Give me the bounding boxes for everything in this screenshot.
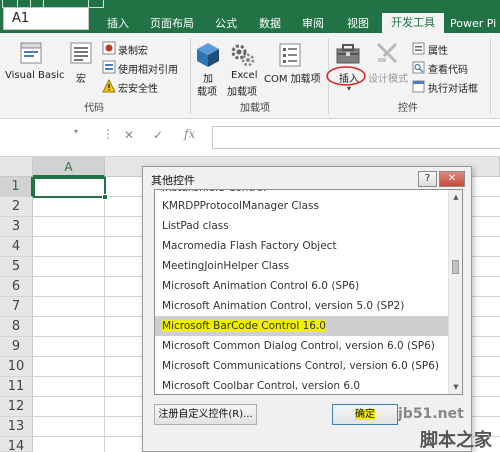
row-header[interactable]: 8 [0, 317, 33, 337]
tab-insert[interactable]: 插入 [96, 14, 140, 33]
tab-power-pivot[interactable]: Power Pi [450, 14, 500, 33]
design-mode-button[interactable]: 设计模式 [368, 70, 408, 85]
ok-button-label: 确定 [355, 409, 375, 420]
enter-icon[interactable]: ✓ [153, 128, 163, 142]
relative-refs-button[interactable]: 使用相对引用 [118, 61, 178, 76]
excel-addins-button[interactable]: Excel [231, 70, 258, 81]
addins-icon[interactable] [196, 42, 220, 68]
row-header[interactable]: 3 [0, 217, 33, 237]
name-box[interactable]: A1 [3, 7, 89, 30]
quick-access-icon[interactable] [88, 0, 104, 8]
run-dialog-icon [412, 80, 425, 93]
formula-bar-grip-icon: ⋮ [102, 127, 114, 141]
list-item[interactable]: Microsoft Animation Control, version 5.0… [162, 296, 404, 316]
vertical-scrollbar[interactable]: ▲ ▼ [448, 190, 462, 394]
name-box-dropdown-icon[interactable]: ▾ [74, 127, 78, 136]
com-addins-icon[interactable] [277, 42, 303, 68]
record-macro-button[interactable]: 录制宏 [118, 42, 148, 57]
tab-data[interactable]: 数据 [250, 14, 290, 33]
formula-input[interactable] [212, 126, 500, 149]
row-header[interactable]: 9 [0, 337, 33, 357]
row-header[interactable]: 12 [0, 397, 33, 417]
dropdown-arrow-icon[interactable]: ▾ [347, 84, 351, 93]
dialog-title: 其他控件 [151, 174, 195, 187]
scroll-up-arrow-icon[interactable]: ▲ [449, 190, 462, 204]
group-label-code: 代码 [84, 103, 104, 114]
tab-review[interactable]: 审阅 [293, 14, 333, 33]
cancel-icon[interactable]: ✕ [124, 128, 134, 142]
list-item[interactable]: Microsoft Communications Control, versio… [162, 356, 439, 376]
macros-button[interactable]: 宏 [76, 70, 86, 85]
view-code-icon [412, 61, 425, 74]
watermark-site: jb51.net [398, 406, 464, 422]
record-macro-icon [102, 41, 116, 55]
row-header[interactable]: 1 [0, 177, 33, 197]
row-header[interactable]: 7 [0, 297, 33, 317]
warning-icon [102, 79, 116, 93]
macros-icon[interactable] [68, 40, 94, 66]
tab-formulas[interactable]: 公式 [206, 14, 246, 33]
close-button[interactable]: ✕ [439, 171, 465, 187]
view-code-button[interactable]: 查看代码 [428, 61, 468, 76]
visual-basic-icon[interactable] [18, 40, 44, 66]
row-header[interactable]: 14 [0, 437, 33, 452]
controls-listbox[interactable]: Installshield Control KMRDPProtocolManag… [154, 189, 463, 395]
active-cell-a1[interactable] [33, 177, 106, 198]
fill-handle[interactable] [102, 194, 108, 200]
list-item[interactable]: MeetingJoinHelper Class [162, 256, 289, 276]
tab-view[interactable]: 视图 [336, 14, 380, 33]
run-dialog-button[interactable]: 执行对话框 [428, 80, 478, 95]
register-custom-button[interactable]: 注册自定义控件(R)... [154, 404, 257, 425]
row-header[interactable]: 10 [0, 357, 33, 377]
macro-security-button[interactable]: 宏安全性 [118, 80, 158, 95]
watermark-brand: 脚本之家 [420, 430, 492, 451]
insert-function-icon[interactable]: fx [184, 127, 195, 141]
design-mode-icon [376, 42, 398, 64]
row-header[interactable]: 4 [0, 237, 33, 257]
scroll-down-arrow-icon[interactable]: ▼ [449, 380, 462, 394]
list-item[interactable]: Macromedia Flash Factory Object [162, 236, 337, 256]
com-addins-button[interactable]: COM 加载项 [264, 70, 321, 85]
group-label-controls: 控件 [398, 103, 418, 114]
ok-button[interactable]: 确定 [332, 404, 398, 425]
addins-button-line2: 载项 [197, 87, 217, 98]
row-header[interactable]: 13 [0, 417, 33, 437]
selected-item-label: Microsoft BarCode Control 16.0 [162, 320, 326, 332]
row-header[interactable]: 2 [0, 197, 33, 217]
group-divider [490, 38, 491, 114]
scroll-thumb[interactable] [452, 260, 459, 274]
toolbox-icon[interactable] [335, 40, 361, 66]
column-header[interactable]: A [33, 157, 105, 177]
list-item[interactable]: KMRDPProtocolManager Class [162, 196, 319, 216]
list-item[interactable]: Microsoft Animation Control 6.0 (SP6) [162, 276, 359, 296]
select-all-corner[interactable] [0, 157, 33, 177]
relative-refs-icon [102, 60, 116, 74]
list-item[interactable]: ListPad class [162, 216, 229, 236]
list-item-selected[interactable]: Microsoft BarCode Control 16.0 [155, 316, 448, 336]
properties-button[interactable]: 属性 [428, 42, 448, 57]
excel-addins-icon[interactable] [230, 42, 256, 68]
visual-basic-button[interactable]: Visual Basic [5, 70, 65, 81]
group-label-addins: 加载项 [240, 103, 270, 114]
help-button[interactable]: ? [418, 171, 437, 187]
tab-developer[interactable]: 开发工具 [382, 13, 444, 33]
excel-addins-button-line2: 加载项 [227, 87, 257, 98]
group-divider [190, 38, 191, 114]
annotation-circle [326, 66, 366, 86]
row-header[interactable]: 5 [0, 257, 33, 277]
list-item[interactable]: Microsoft Common Dialog Control, version… [162, 336, 435, 356]
list-item[interactable]: Microsoft Coolbar Control, version 6.0 [162, 376, 360, 394]
row-header[interactable]: 11 [0, 377, 33, 397]
properties-icon [412, 42, 425, 55]
tab-page-layout[interactable]: 页面布局 [142, 14, 202, 33]
row-header[interactable]: 6 [0, 277, 33, 297]
